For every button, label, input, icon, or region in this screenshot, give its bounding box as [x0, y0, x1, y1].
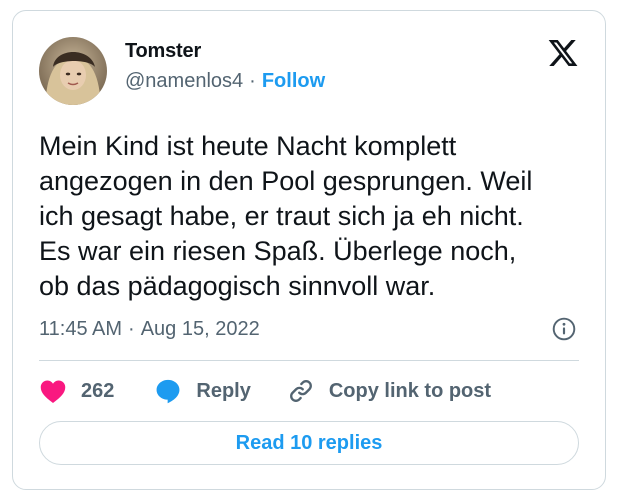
heart-icon [39, 378, 67, 404]
tweet-line: ich gesagt habe, er traut sich ja eh nic… [39, 201, 524, 231]
tweet-line: angezogen in den Pool gesprungen. Weil [39, 166, 533, 196]
x-logo-icon[interactable] [547, 37, 579, 69]
avatar[interactable] [39, 37, 107, 105]
reply-label: Reply [196, 379, 251, 402]
like-button[interactable]: 262 [39, 378, 154, 404]
read-replies-button[interactable]: Read 10 replies [39, 421, 579, 465]
divider [39, 360, 579, 361]
copy-link-label: Copy link to post [328, 379, 492, 402]
speech-bubble-icon [154, 377, 182, 405]
action-bar: 262 Reply Copy link to post [39, 373, 491, 409]
tweet-text: Mein Kind ist heute Nacht komplett angez… [39, 129, 584, 304]
author-name[interactable]: Tomster [125, 40, 201, 63]
tweet-timestamp[interactable]: 11:45 AM · Aug 15, 2022 [39, 318, 260, 341]
handle-separator: · [249, 70, 256, 92]
tweet-date: Aug 15, 2022 [140, 318, 260, 340]
tweet-line: ob das pädagogisch sinnvoll war. [39, 271, 436, 301]
tweet-line: Es war ein riesen Spaß. Überlege noch, [39, 236, 517, 266]
like-count: 262 [81, 379, 115, 402]
info-icon[interactable] [551, 316, 577, 342]
author-handle-row: @namenlos4 · Follow [125, 70, 325, 93]
tweet-time: 11:45 AM [39, 318, 123, 340]
reply-button[interactable]: Reply [154, 377, 286, 405]
tweet-card: Tomster @namenlos4 · Follow Mein Kind ist … [12, 10, 606, 490]
author-handle[interactable]: @namenlos4 [125, 70, 243, 92]
follow-button[interactable]: Follow [262, 70, 325, 92]
timestamp-separator: · [128, 318, 135, 340]
copy-link-button[interactable]: Copy link to post [287, 377, 491, 405]
link-icon [287, 377, 315, 405]
tweet-line: Mein Kind ist heute Nacht komplett [39, 131, 457, 161]
